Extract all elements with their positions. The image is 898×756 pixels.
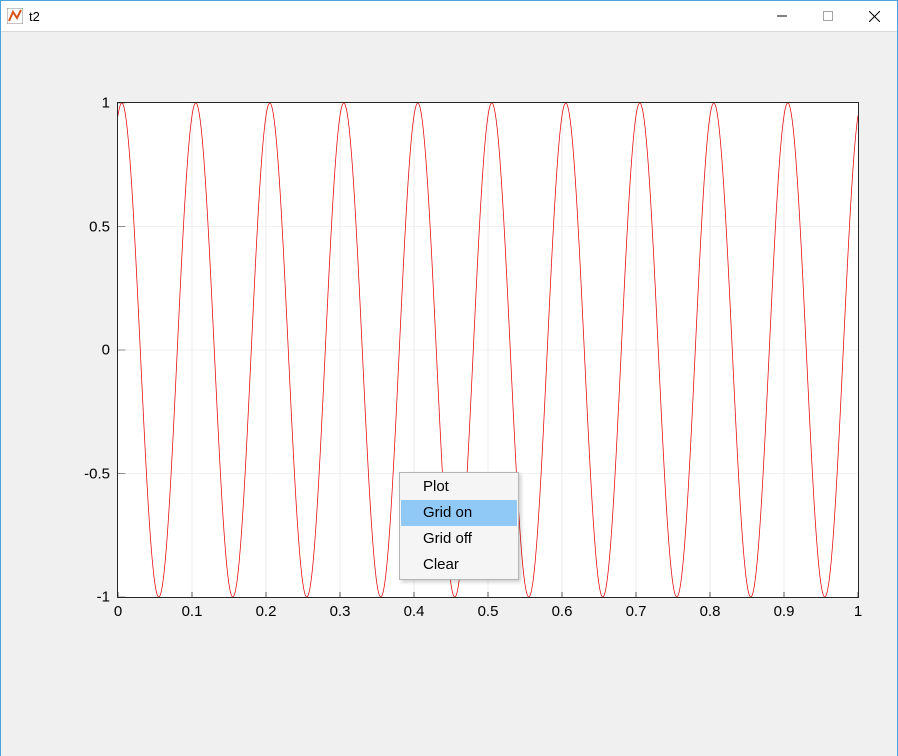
y-tick-label: 1 — [102, 95, 110, 112]
menu-item-grid-on[interactable]: Grid on — [401, 500, 517, 526]
x-tick-label: 0.8 — [700, 603, 721, 620]
x-tick-label: 0.2 — [256, 603, 277, 620]
minimize-button[interactable] — [759, 1, 805, 31]
menu-item-plot[interactable]: Plot — [401, 474, 517, 500]
x-tick-label: 0.4 — [404, 603, 425, 620]
close-button[interactable] — [851, 1, 897, 31]
window-title: t2 — [29, 9, 759, 24]
x-tick-label: 0.7 — [626, 603, 647, 620]
x-tick-label: 1 — [854, 603, 862, 620]
context-menu[interactable]: Plot Grid on Grid off Clear — [399, 472, 519, 580]
figure-window: t2 00.10.20.30.40.50.60.70.80.91-1-0 — [0, 0, 898, 756]
menu-item-clear[interactable]: Clear — [401, 552, 517, 578]
y-tick-label: -1 — [97, 589, 110, 606]
y-tick-label: -0.5 — [84, 465, 110, 482]
x-tick-label: 0.1 — [182, 603, 203, 620]
matlab-figure-icon — [7, 8, 23, 24]
titlebar[interactable]: t2 — [1, 1, 897, 32]
x-tick-label: 0.5 — [478, 603, 499, 620]
y-tick-label: 0.5 — [89, 218, 110, 235]
y-tick-label: 0 — [102, 342, 110, 359]
x-tick-label: 0 — [114, 603, 122, 620]
menu-item-grid-off[interactable]: Grid off — [401, 526, 517, 552]
x-tick-label: 0.9 — [774, 603, 795, 620]
x-tick-label: 0.3 — [330, 603, 351, 620]
x-tick-label: 0.6 — [552, 603, 573, 620]
maximize-button — [805, 1, 851, 31]
figure-client: 0 0.1 0.2 0.3 0.4 0.5 0.6 0.7 0.8 0.9 1 -1 -0.5 0 0.5 1… — [1, 32, 897, 756]
